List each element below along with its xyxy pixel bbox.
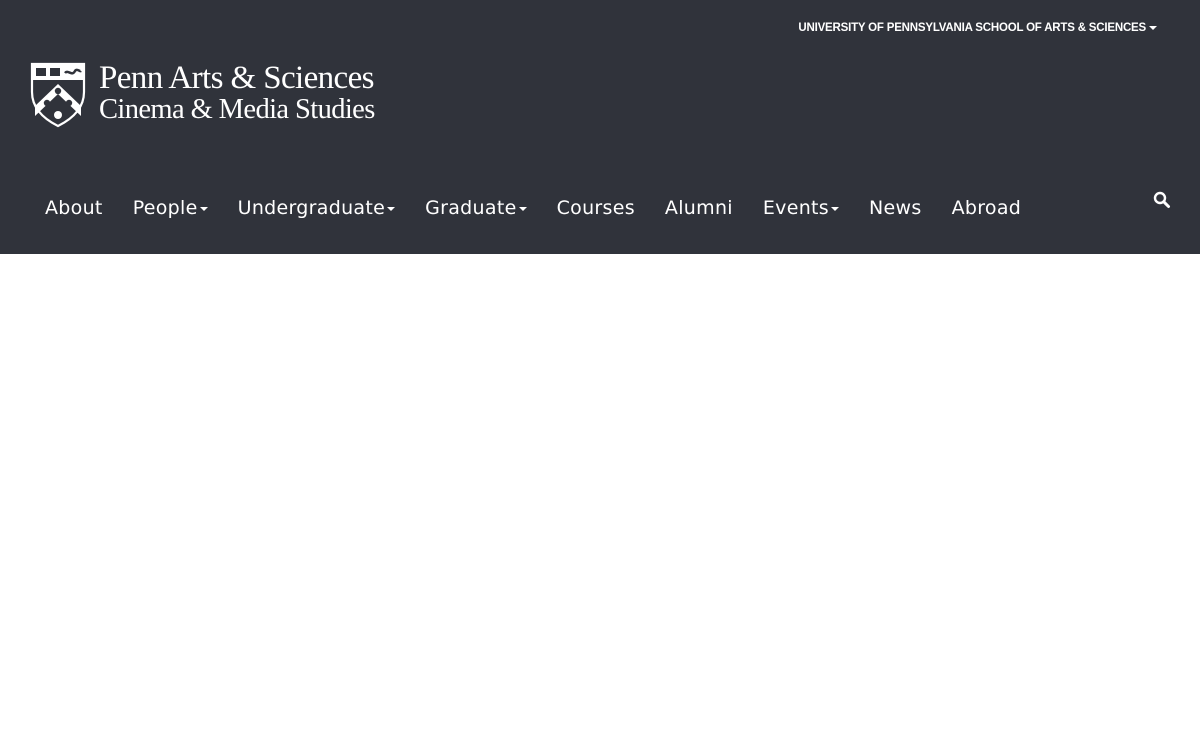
- nav-item-abroad[interactable]: Abroad: [937, 193, 1037, 223]
- caret-down-icon: [387, 207, 396, 211]
- main-nav: About People Undergraduate Graduate Cour…: [30, 193, 1036, 223]
- nav-item-label: People: [132, 197, 198, 219]
- nav-item-news[interactable]: News: [854, 193, 937, 223]
- nav-item-label: Undergraduate: [237, 197, 386, 219]
- nav-item-label: Abroad: [951, 197, 1022, 219]
- nav-item-courses[interactable]: Courses: [542, 193, 650, 223]
- caret-down-icon: [831, 207, 840, 211]
- nav-item-label: Courses: [556, 197, 635, 219]
- site-header: UNIVERSITY OF PENNSYLVANIA SCHOOL OF ART…: [0, 0, 1200, 254]
- search-button[interactable]: [1152, 190, 1172, 210]
- search-icon: [1153, 191, 1170, 208]
- nav-item-label: Events: [762, 197, 830, 219]
- nav-item-undergraduate[interactable]: Undergraduate: [223, 193, 410, 223]
- nav-item-people[interactable]: People: [118, 193, 223, 223]
- site-logo-link[interactable]: Penn Arts & Sciences Cinema & Media Stud…: [30, 62, 375, 128]
- nav-item-label: News: [869, 197, 922, 219]
- page-content: [0, 254, 1200, 740]
- school-menu-toggle[interactable]: UNIVERSITY OF PENNSYLVANIA SCHOOL OF ART…: [798, 22, 1157, 34]
- brand-title: Penn Arts & Sciences: [99, 60, 374, 96]
- caret-down-icon: [518, 207, 527, 211]
- caret-down-icon: [1149, 26, 1157, 30]
- nav-item-label: About: [45, 197, 103, 219]
- penn-shield-icon: [30, 62, 86, 128]
- brand-subtitle: Cinema & Media Studies: [99, 94, 375, 125]
- nav-item-label: Graduate: [425, 197, 517, 219]
- nav-item-about[interactable]: About: [30, 193, 118, 223]
- nav-item-graduate[interactable]: Graduate: [410, 193, 541, 223]
- nav-item-label: Alumni: [664, 197, 733, 219]
- nav-item-alumni[interactable]: Alumni: [650, 193, 748, 223]
- caret-down-icon: [199, 207, 208, 211]
- nav-item-events[interactable]: Events: [748, 193, 854, 223]
- school-menu-label: UNIVERSITY OF PENNSYLVANIA SCHOOL OF ART…: [798, 22, 1146, 34]
